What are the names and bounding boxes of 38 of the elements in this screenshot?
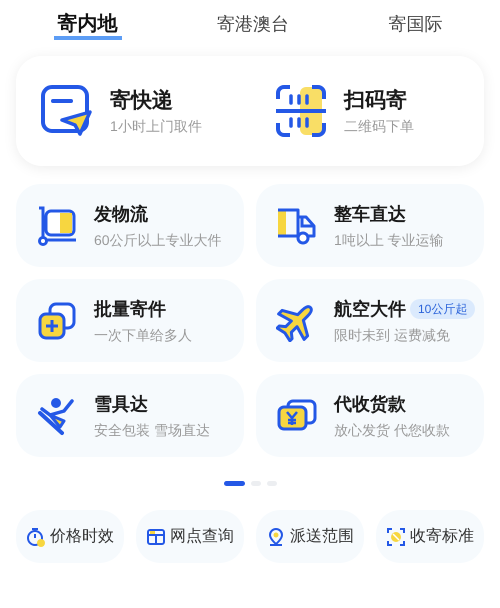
service-subtitle: 限时未到 运费减免 [334, 326, 451, 344]
shortcut-button[interactable]: 派送范围 [256, 510, 364, 563]
service-subtitle: 放心发货 代您收款 [334, 420, 450, 440]
service-card[interactable]: 整车直达 1吨以上 专业运输 [256, 184, 484, 267]
shortcut-button[interactable]: 价格时效 [16, 510, 124, 563]
region-tab[interactable]: 寄内地 [54, 12, 122, 40]
action-subtitle: 二维码下单 [344, 117, 414, 136]
paper-plane-icon [40, 84, 94, 138]
service-card[interactable]: 雪具达 安全包装 雪场直达 [16, 374, 244, 457]
store-icon [146, 526, 166, 546]
service-title: 整车直达 [334, 202, 406, 226]
service-subtitle: 安全包装 雪场直达 [94, 420, 210, 440]
service-title: 代收货款 [334, 392, 406, 416]
scan-icon [274, 84, 328, 138]
service-title: 航空大件 [334, 298, 406, 320]
region-tab[interactable]: 寄港澳台 [212, 12, 293, 40]
shortcut-button[interactable]: 网点查询 [136, 510, 244, 563]
action-title[interactable]: 寄快递 [110, 84, 202, 116]
service-title: 批量寄件 [94, 298, 166, 320]
service-card[interactable]: 代收货款 放心发货 代您收款 [256, 374, 484, 457]
action-title[interactable]: 扫码寄 [344, 84, 414, 116]
shortcut-button[interactable]: 收寄标准 [376, 510, 484, 563]
service-card[interactable]: 发物流 60公斤以上专业大件 [16, 184, 244, 267]
service-subtitle: 60公斤以上专业大件 [94, 230, 222, 250]
action-subtitle: 1小时上门取件 [110, 117, 202, 136]
region-tab[interactable]: 寄国际 [384, 12, 446, 40]
service-subtitle: 一次下单给多人 [94, 326, 192, 344]
weight-badge: 10公斤起 [410, 299, 476, 319]
add-document-icon [36, 300, 78, 342]
location-pin-icon [266, 526, 286, 546]
service-card[interactable]: 航空大件 10公斤起 限时未到 运费减免 [256, 279, 484, 362]
service-card[interactable]: 批量寄件 一次下单给多人 [16, 279, 244, 362]
prohibited-scan-icon [386, 526, 406, 546]
timer-icon [26, 526, 46, 546]
service-subtitle: 1吨以上 专业运输 [334, 230, 444, 250]
cart-icon [36, 204, 78, 246]
service-title: 雪具达 [94, 392, 148, 416]
service-title: 发物流 [94, 202, 148, 226]
